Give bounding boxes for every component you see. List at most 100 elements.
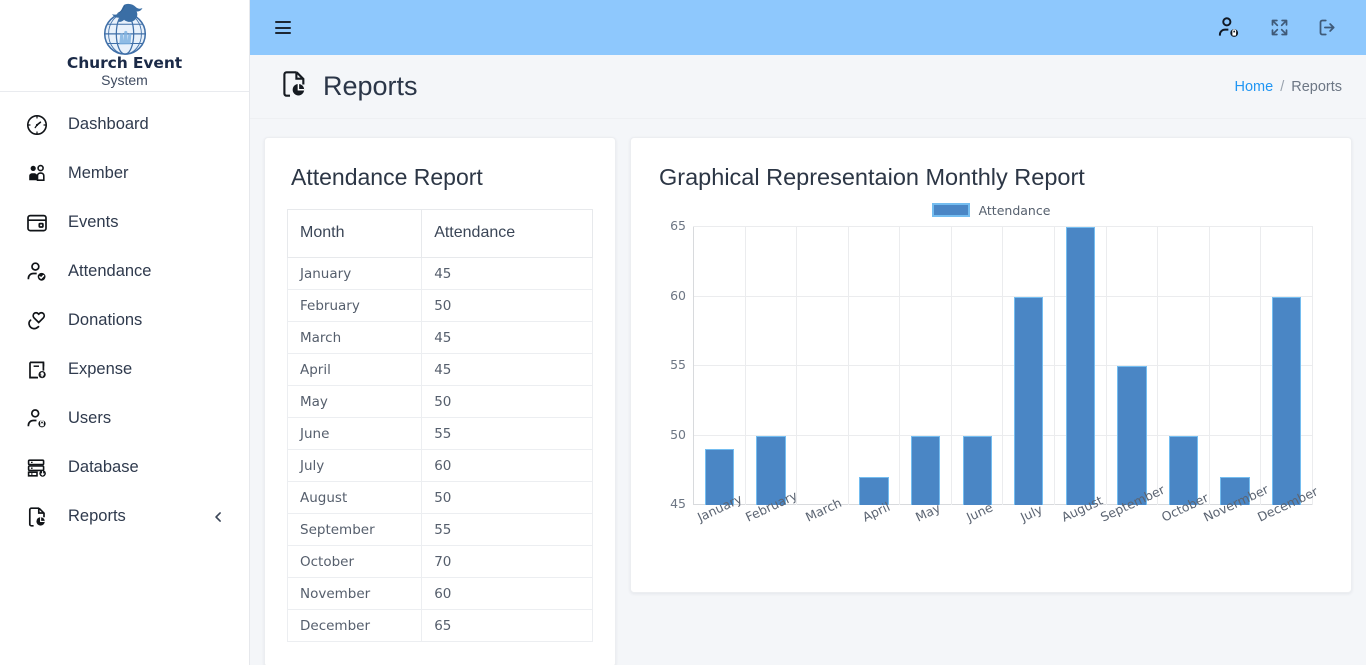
sidebar-item-donations[interactable]: Donations (0, 296, 249, 345)
chart-bar-slot (1210, 227, 1262, 505)
sidebar-item-dashboard[interactable]: Dashboard (0, 100, 249, 149)
cell-month: October (286, 545, 423, 578)
fullscreen-icon[interactable] (1269, 17, 1290, 38)
attendance-report-card: Attendance Report Month Attendance Janua… (264, 137, 616, 665)
table-row: May 50 (286, 385, 593, 418)
brand-line-1: Church Event (66, 54, 183, 72)
breadcrumb-home-link[interactable]: Home (1235, 79, 1274, 95)
chart-y-tick-label: 50 (670, 426, 686, 442)
logout-icon[interactable] (1317, 17, 1338, 38)
topbar-actions (1216, 15, 1338, 41)
table-row: June 55 (286, 417, 593, 450)
attendance-table: Month Attendance January 45 February 50 Marc… (286, 209, 593, 642)
legend-swatch-attendance (931, 203, 970, 217)
chart-bar[interactable] (962, 435, 992, 505)
table-row: September 55 (286, 513, 593, 546)
sidebar-nav: Dashboard Member Events Attendance Donat… (0, 92, 249, 541)
chart-bar-slot (1261, 227, 1313, 505)
cell-attendance: 50 (421, 289, 593, 322)
hand-heart-icon (22, 306, 52, 336)
profile-lock-button[interactable] (1216, 15, 1242, 41)
column-header-month: Month (286, 209, 423, 258)
chart-bar[interactable] (1271, 296, 1302, 505)
chart-bar-slot (952, 227, 1004, 505)
receipt-dollar-icon (22, 355, 52, 385)
chart-legend[interactable]: Attendance (655, 197, 1327, 223)
legend-label-attendance: Attendance (978, 202, 1051, 218)
database-down-icon (22, 453, 52, 483)
chart-x-label-slot: October (1158, 490, 1211, 526)
app-root: Church Event System Dashboard Member Eve… (0, 0, 1366, 665)
cell-attendance: 50 (421, 481, 593, 514)
brand-header[interactable]: Church Event System (0, 0, 249, 92)
sidebar: Church Event System Dashboard Member Eve… (0, 0, 250, 665)
chevron-left-icon[interactable] (212, 510, 225, 523)
chart-bar[interactable] (1014, 296, 1044, 505)
sidebar-item-attendance[interactable]: Attendance (0, 247, 249, 296)
main-area: Reports Home / Reports Attendance Report… (250, 0, 1366, 665)
page-title: Reports (323, 71, 418, 101)
sidebar-item-database[interactable]: Database (0, 443, 249, 492)
sidebar-item-label: Database (68, 458, 139, 476)
file-chart-icon (278, 68, 310, 105)
chart-bar[interactable] (1065, 227, 1095, 505)
chart-y-tick-label: 45 (670, 496, 686, 511)
chart-y-tick-label: 65 (670, 218, 686, 233)
sidebar-item-users[interactable]: Users (0, 394, 249, 443)
cell-attendance: 70 (421, 545, 593, 578)
chart-x-label-slot: July (1003, 501, 1055, 526)
hamburger-icon[interactable] (275, 15, 301, 41)
sidebar-item-label: Reports (68, 507, 126, 525)
sidebar-item-reports[interactable]: Reports (0, 492, 249, 541)
chart-bar-slot (797, 227, 849, 505)
cell-month: September (286, 513, 423, 546)
table-row: February 50 (286, 289, 593, 322)
user-check-icon (22, 257, 52, 287)
sidebar-item-member[interactable]: Member (0, 149, 249, 198)
cell-month: July (286, 449, 423, 482)
page-header-left: Reports (278, 53, 418, 120)
calendar-card-icon (22, 208, 52, 238)
dove-globe-logo (103, 3, 146, 55)
cell-attendance: 45 (421, 257, 593, 290)
sidebar-item-label: Dashboard (68, 115, 149, 133)
attendance-table-body: January 45 February 50 March 45 April 45 May 50 Ju… (286, 257, 593, 642)
cell-attendance: 60 (421, 577, 593, 610)
brand-line-2: System (101, 71, 148, 88)
chart-wrapper: Attendance 45 50 55 60 65 January February Mar… (655, 197, 1327, 583)
users-group-icon (22, 159, 52, 189)
breadcrumb-separator: / (1280, 78, 1285, 95)
sidebar-item-label: Member (68, 164, 129, 182)
chart-bar-slot (1158, 227, 1210, 505)
chart-y-tick-label: 60 (670, 287, 686, 303)
chart-bar[interactable] (910, 435, 941, 505)
table-row: December 65 (286, 609, 593, 642)
column-header-attendance: Attendance (421, 209, 593, 258)
sidebar-item-label: Users (68, 409, 112, 427)
table-row: March 45 (286, 321, 593, 354)
chart-x-label-slot: June (951, 499, 1003, 526)
page-header: Reports Home / Reports (250, 55, 1366, 119)
cell-month: November (286, 577, 423, 610)
cell-month: May (286, 385, 423, 418)
sidebar-item-events[interactable]: Events (0, 198, 249, 247)
cell-attendance: 55 (421, 417, 593, 450)
chart-bar-slot (849, 227, 901, 505)
cell-month: June (286, 417, 423, 450)
cell-month: December (286, 609, 423, 642)
cell-month: March (286, 321, 423, 354)
table-row: August 50 (286, 481, 593, 514)
chart-bar[interactable] (1117, 366, 1147, 505)
sidebar-item-expense[interactable]: Expense (0, 345, 249, 394)
chart-y-tick-label: 55 (670, 357, 686, 372)
cell-attendance: 65 (421, 609, 593, 642)
cell-attendance: 55 (421, 513, 593, 546)
cell-month: August (286, 481, 423, 514)
chart-x-label-slot: May (900, 500, 952, 526)
user-lock-icon (22, 404, 52, 434)
chart-x-tick-label: July (1017, 501, 1045, 525)
chart-bar-slot (1055, 227, 1107, 505)
sidebar-item-label: Donations (68, 311, 143, 329)
table-row: November 60 (286, 577, 593, 610)
attendance-report-title: Attendance Report (291, 164, 483, 190)
